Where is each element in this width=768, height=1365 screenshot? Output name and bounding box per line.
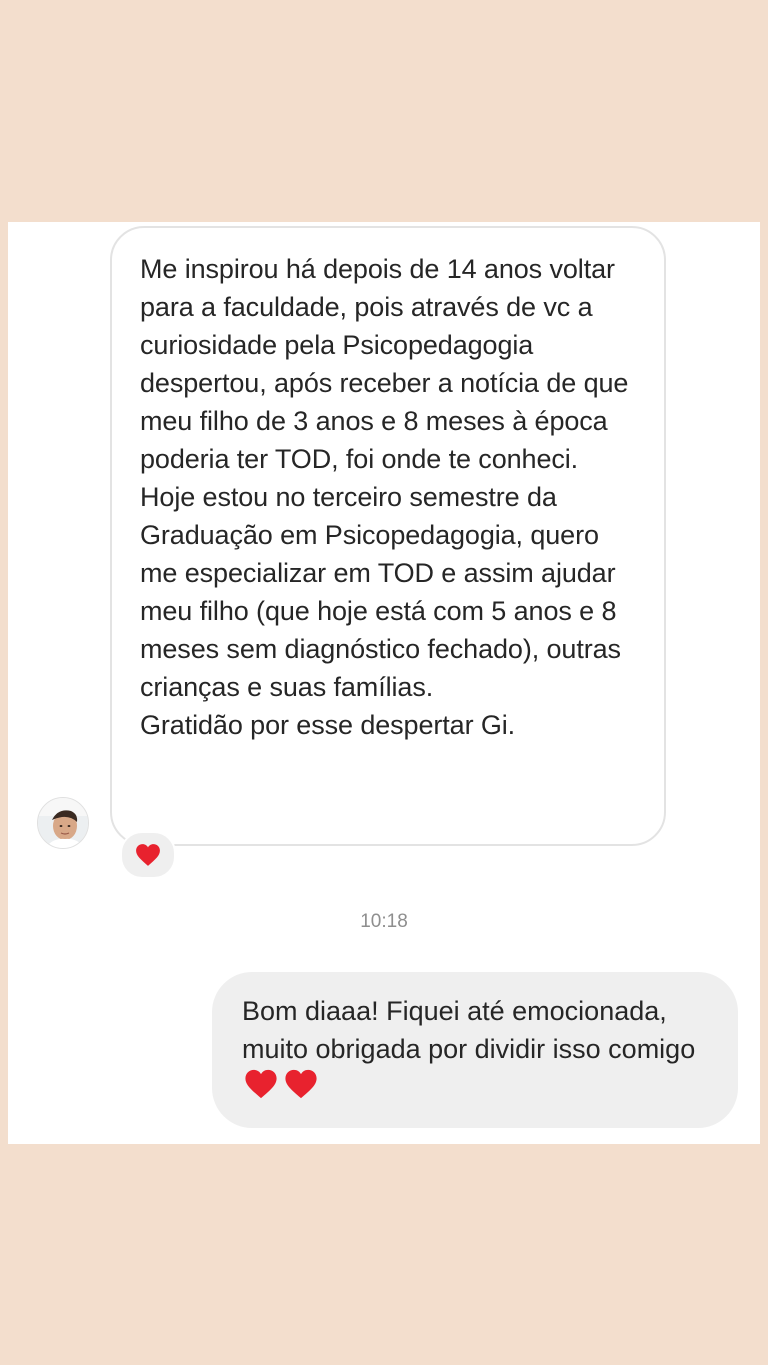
incoming-message-paragraph: Me inspirou há depois de 14 anos voltar … — [140, 254, 629, 474]
outgoing-message-text: Bom diaaa! Fiquei até emocionada, muito … — [242, 992, 714, 1110]
red-heart-icon — [284, 1068, 318, 1110]
outgoing-message-bubble[interactable]: Bom diaaa! Fiquei até emocionada, muito … — [212, 972, 738, 1128]
incoming-message-bubble[interactable]: Me inspirou há depois de 14 anos voltar … — [110, 226, 666, 846]
sender-avatar[interactable] — [37, 797, 89, 849]
outgoing-message-text-content: Bom diaaa! Fiquei até emocionada, muito … — [242, 996, 696, 1064]
incoming-message-paragraph: Hoje estou no terceiro semestre da Gradu… — [140, 482, 621, 702]
red-heart-icon — [136, 844, 160, 866]
incoming-message-paragraph: Gratidão por esse despertar Gi. — [140, 710, 516, 740]
message-reaction[interactable] — [120, 831, 176, 879]
avatar-photo-icon — [38, 798, 88, 848]
message-timestamp: 10:18 — [360, 911, 408, 932]
red-heart-icon — [244, 1068, 278, 1110]
